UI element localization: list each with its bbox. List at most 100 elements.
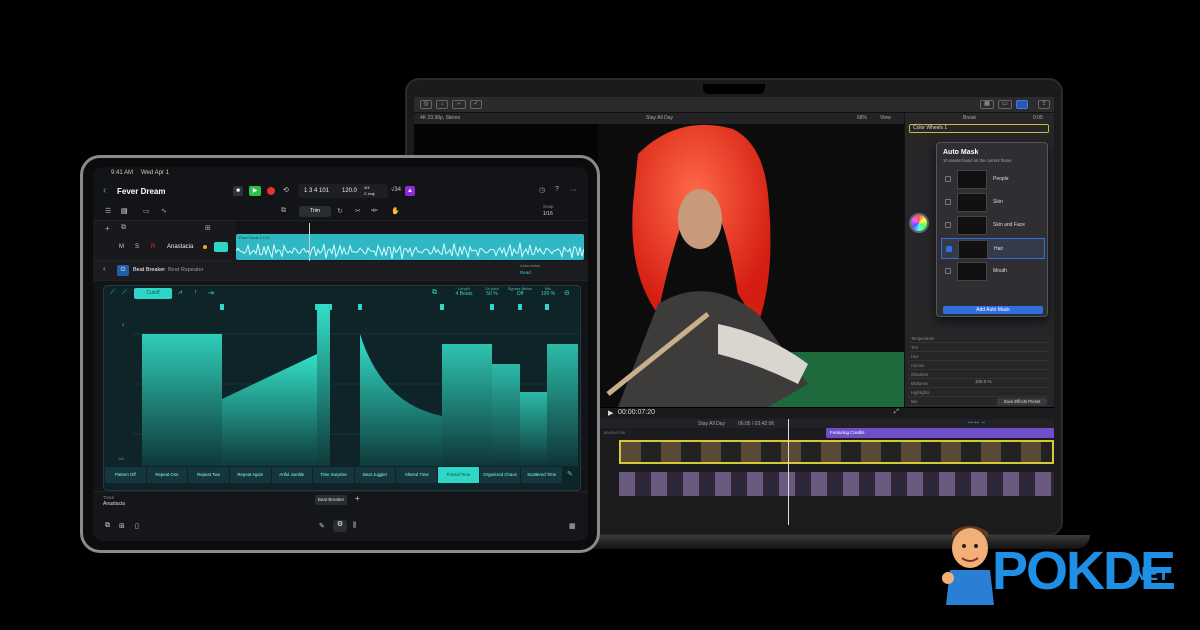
- param-control[interactable]: Length 4 Beats: [450, 287, 478, 301]
- cycle-icon[interactable]: ⟲: [283, 186, 289, 194]
- add-track-icon[interactable]: +: [105, 224, 110, 233]
- pattern-button[interactable]: Altered Time: [396, 467, 439, 483]
- more-options-icon[interactable]: ⊖: [564, 289, 570, 297]
- view-menu[interactable]: View: [880, 115, 891, 121]
- curve-tool-icon[interactable]: ⟋: [110, 289, 115, 297]
- pencil-icon[interactable]: ✎: [319, 522, 325, 530]
- duplicate-icon[interactable]: ⧉: [281, 207, 286, 215]
- ipad-playhead[interactable]: [309, 223, 310, 261]
- inspector-row[interactable]: Tint: [909, 344, 1049, 352]
- pencil-tool-icon[interactable]: ⟋: [122, 289, 127, 297]
- pattern-button[interactable]: Repeat Two: [188, 467, 230, 483]
- track-icon[interactable]: [214, 242, 228, 252]
- title-clip[interactable]: Featuring Credits: [826, 428, 1054, 438]
- lcd-extra[interactable]: √34: [391, 187, 401, 193]
- pattern-button[interactable]: Repeat Again: [229, 467, 272, 483]
- stop-button[interactable]: ■: [233, 186, 243, 196]
- lcd-display[interactable]: 1 3 4 101 120.0 4/4 C maj: [298, 184, 388, 198]
- edit-pattern-icon[interactable]: ✎: [567, 470, 573, 478]
- play-icon[interactable]: ▶: [608, 409, 613, 417]
- plugin-back-icon[interactable]: ‹: [103, 264, 106, 273]
- save-preset-button[interactable]: Save Effects Preset: [997, 398, 1047, 405]
- mask-item[interactable]: Mouth: [941, 261, 1045, 282]
- cutoff-tab[interactable]: Cutoff: [134, 288, 172, 299]
- browser-layout-icon[interactable]: ▦: [980, 100, 994, 109]
- pattern-button[interactable]: Time Surprise: [313, 467, 355, 483]
- filter-icon[interactable]: ⩘: [178, 289, 182, 297]
- settings-icon[interactable]: ◷: [539, 186, 545, 194]
- share-icon[interactable]: ⇪: [1038, 100, 1050, 109]
- mask-item[interactable]: Skin and Face: [941, 215, 1045, 236]
- inspector-row[interactable]: Curves: [909, 362, 1049, 370]
- more-icon[interactable]: ⋯: [570, 186, 577, 194]
- mute-button[interactable]: M: [119, 244, 124, 250]
- help-icon[interactable]: ?: [555, 186, 559, 193]
- library-panel-icon[interactable]: ▯: [135, 522, 139, 530]
- mixer-icon[interactable]: ⊞: [119, 522, 125, 530]
- mask-checkbox[interactable]: [945, 268, 951, 274]
- keyboard-icon[interactable]: ▦: [569, 522, 576, 530]
- keyword-icon[interactable]: ⌐: [452, 100, 466, 109]
- record-button[interactable]: [267, 187, 275, 195]
- audio-region[interactable]: Flow Vocal 1'4 01: [236, 234, 584, 260]
- pitch-icon[interactable]: ↑: [194, 289, 198, 296]
- song-title[interactable]: Fever Dream: [117, 187, 165, 196]
- param-control[interactable]: Mix 100 %: [534, 287, 562, 301]
- plugin-preset[interactable]: Beat Repeater: [168, 267, 203, 273]
- list-view-icon[interactable]: ☰: [105, 207, 111, 215]
- effect-selector[interactable]: Color Wheels 1: [909, 124, 1049, 133]
- hand-icon[interactable]: ✋: [391, 207, 400, 215]
- secondary-clip[interactable]: [619, 472, 1054, 496]
- mask-checkbox[interactable]: [945, 176, 951, 182]
- inspector-row[interactable]: Hue: [909, 353, 1049, 361]
- color-wheel-icon[interactable]: [909, 213, 929, 233]
- mask-checkbox[interactable]: [945, 222, 951, 228]
- timeline-layout-icon[interactable]: ▭: [998, 100, 1012, 109]
- reverse-icon[interactable]: ⇥: [208, 289, 214, 297]
- tracks-view-icon[interactable]: ▤: [121, 207, 128, 215]
- play-button[interactable]: ▶: [249, 186, 261, 196]
- copy-icon[interactable]: ⧉: [432, 289, 437, 297]
- mask-item[interactable]: Hair: [941, 238, 1045, 259]
- metronome-icon[interactable]: ▲: [405, 186, 415, 196]
- video-viewer[interactable]: [598, 124, 904, 407]
- track-options-icon[interactable]: ⧉: [121, 224, 126, 232]
- pattern-button[interactable]: Beat Juggler: [354, 467, 397, 483]
- add-auto-mask-button[interactable]: Add Auto Mask: [943, 306, 1043, 314]
- inspector-row[interactable]: Temperature: [909, 335, 1049, 343]
- library-icon[interactable]: ◎: [420, 100, 432, 109]
- record-arm-button[interactable]: R: [151, 244, 155, 250]
- pattern-button[interactable]: Repeat One: [146, 467, 189, 483]
- inspector-layout-icon[interactable]: [1016, 100, 1028, 109]
- snap-value[interactable]: 1/16: [543, 211, 553, 217]
- scissors-icon[interactable]: ✂: [355, 207, 361, 215]
- mask-item[interactable]: Skin: [941, 192, 1045, 213]
- eq-icon[interactable]: ⫼: [353, 522, 356, 530]
- beat-breaker-chip[interactable]: Beat Breaker: [315, 495, 347, 505]
- mask-checkbox[interactable]: [945, 199, 951, 205]
- pattern-button[interactable]: Fractal Time: [438, 467, 480, 483]
- mask-checkbox[interactable]: [946, 246, 952, 252]
- pattern-button[interactable]: Organized Chaos: [479, 467, 522, 483]
- import-icon[interactable]: ↓: [436, 100, 448, 109]
- automation-value[interactable]: Read: [520, 270, 531, 275]
- param-control[interactable]: On pitch 50 %: [478, 287, 506, 301]
- back-chevron-icon[interactable]: ‹: [103, 185, 106, 196]
- inspector-row[interactable]: Highlights: [909, 389, 1049, 397]
- loop-icon[interactable]: ↻: [337, 207, 343, 215]
- trim-mode-button[interactable]: Trim: [299, 206, 331, 217]
- edit-tools-icon[interactable]: ⊶ ⊷ ⊸: [968, 420, 985, 426]
- plugins-icon[interactable]: ⚙: [333, 520, 347, 532]
- pattern-button[interactable]: Artful Jumble: [271, 467, 314, 483]
- zoom-select[interactable]: 68%: [857, 115, 867, 121]
- fullscreen-icon[interactable]: ⤢: [894, 409, 899, 416]
- browser-icon[interactable]: ⧉: [105, 522, 110, 530]
- inspector-row[interactable]: Shadows: [909, 371, 1049, 379]
- pattern-button[interactable]: Scattered Time: [521, 467, 563, 483]
- mask-item[interactable]: People: [941, 169, 1045, 190]
- param-control[interactable]: Bypass Below Off: [506, 287, 534, 301]
- check-icon[interactable]: ✓: [470, 100, 482, 109]
- playhead[interactable]: [788, 419, 789, 525]
- add-plugin-button[interactable]: +: [355, 494, 360, 503]
- cutoff-envelope[interactable]: [132, 304, 578, 466]
